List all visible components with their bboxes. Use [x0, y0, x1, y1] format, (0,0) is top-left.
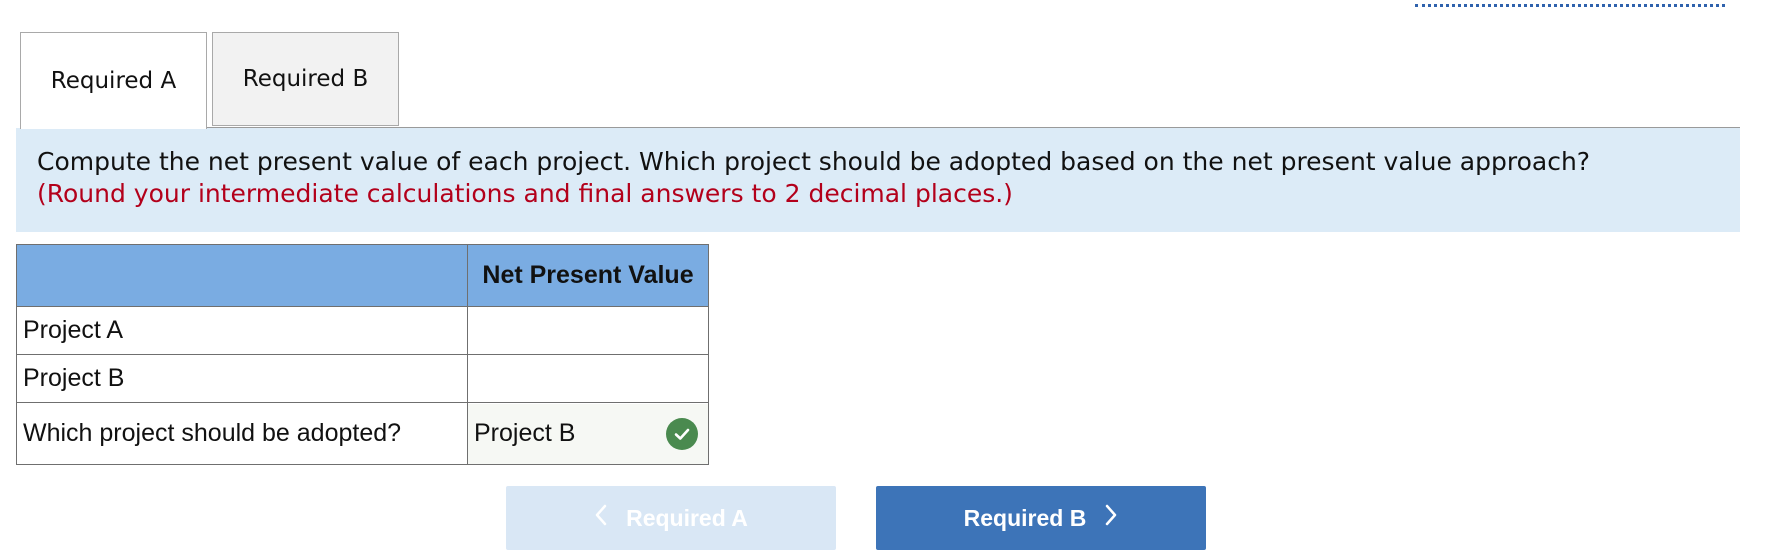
- top-dotted-link-underline: [1415, 0, 1725, 7]
- header-net-present-value: Net Present Value: [467, 244, 709, 307]
- table-row: Project A: [16, 306, 709, 355]
- project-a-npv-input[interactable]: [468, 307, 708, 354]
- prev-required-a-button[interactable]: Required A: [506, 486, 836, 550]
- project-b-npv-cell: [467, 354, 709, 403]
- project-adopt-cell: Project B: [467, 402, 709, 465]
- project-adopt-selected-value: Project B: [474, 419, 576, 447]
- next-button-label: Required B: [963, 504, 1087, 531]
- next-required-b-button[interactable]: Required B: [876, 486, 1206, 550]
- table-row: Project B: [16, 354, 709, 403]
- prev-button-label: Required A: [626, 504, 748, 531]
- tab-required-a-label: Required A: [50, 68, 177, 94]
- row-label-project-b: Project B: [16, 354, 468, 403]
- table-row: Which project should be adopted? Project…: [16, 402, 709, 465]
- chevron-left-icon: [594, 504, 608, 532]
- npv-table: Net Present Value Project A Project B Wh…: [16, 244, 709, 465]
- tab-required-b-label: Required B: [242, 66, 369, 92]
- row-label-which-project: Which project should be adopted?: [16, 402, 468, 465]
- instructions-panel: Compute the net present value of each pr…: [16, 128, 1740, 232]
- instructions-rounding-note: (Round your intermediate calculations an…: [37, 179, 1013, 208]
- header-blank-cell: [16, 244, 468, 307]
- tab-bar: Required A Required B: [20, 32, 1740, 129]
- table-header-row: Net Present Value: [16, 244, 709, 307]
- header-net-present-value-label: Net Present Value: [482, 261, 694, 289]
- row-label-project-a: Project A: [16, 306, 468, 355]
- project-b-npv-input[interactable]: [468, 355, 708, 402]
- tab-required-b[interactable]: Required B: [212, 32, 399, 126]
- checkmark-icon: [666, 417, 698, 450]
- instructions-text: Compute the net present value of each pr…: [37, 147, 1591, 176]
- project-a-npv-cell: [467, 306, 709, 355]
- project-adopt-select[interactable]: Project B: [468, 403, 708, 464]
- tab-required-a[interactable]: Required A: [20, 32, 207, 129]
- chevron-right-icon: [1104, 504, 1118, 532]
